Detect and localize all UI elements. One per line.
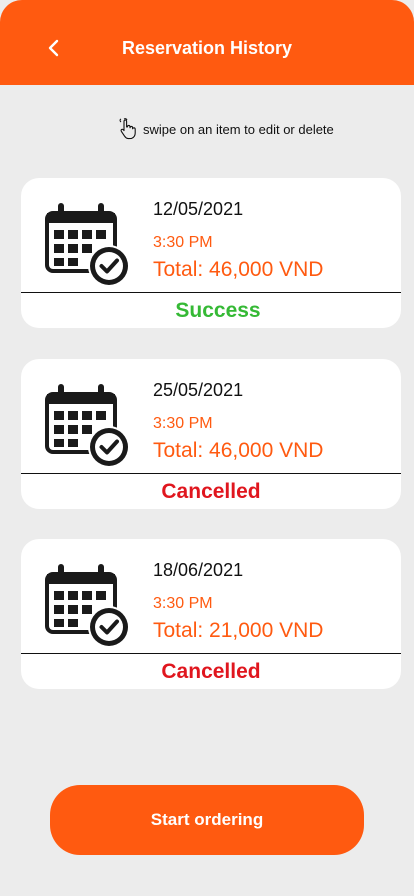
reservation-total: Total: 46,000 VND: [153, 258, 324, 281]
reservation-date: 25/05/2021: [153, 380, 244, 400]
swipe-hint-text: swipe on an item to edit or delete: [143, 121, 334, 137]
calendar-check-icon: [45, 564, 130, 648]
swipe-hint: swipe on an item to edit or delete: [118, 118, 334, 140]
reservation-card[interactable]: 25/05/2021 3:30 PM Total: 46,000 VND Can…: [21, 359, 401, 509]
status-label: Success: [175, 299, 261, 322]
card-divider: [21, 473, 401, 474]
calendar-check-icon: [45, 384, 130, 468]
reservation-time: 3:30 PM: [153, 595, 213, 612]
status-label: Cancelled: [161, 480, 261, 503]
swipe-hand-icon: [119, 118, 136, 140]
reservation-total: Total: 46,000 VND: [153, 439, 324, 462]
calendar-check-icon: [45, 203, 130, 287]
card-divider: [21, 292, 401, 293]
reservation-time: 3:30 PM: [153, 415, 213, 432]
card-divider: [21, 653, 401, 654]
page-title: Reservation History: [121, 38, 293, 58]
reservation-card[interactable]: 18/06/2021 3:30 PM Total: 21,000 VND Can…: [21, 539, 401, 689]
reservation-time: 3:30 PM: [153, 234, 213, 251]
start-ordering-button[interactable]: Start ordering: [50, 785, 364, 855]
reservation-total: Total: 21,000 VND: [153, 619, 324, 642]
reservation-date: 18/06/2021: [153, 560, 244, 580]
reservation-card[interactable]: 12/05/2021 3:30 PM Total: 46,000 VND Suc…: [21, 178, 401, 328]
status-label: Cancelled: [161, 660, 261, 683]
app-header: Reservation History: [0, 0, 414, 85]
reservation-date: 12/05/2021: [153, 199, 244, 219]
